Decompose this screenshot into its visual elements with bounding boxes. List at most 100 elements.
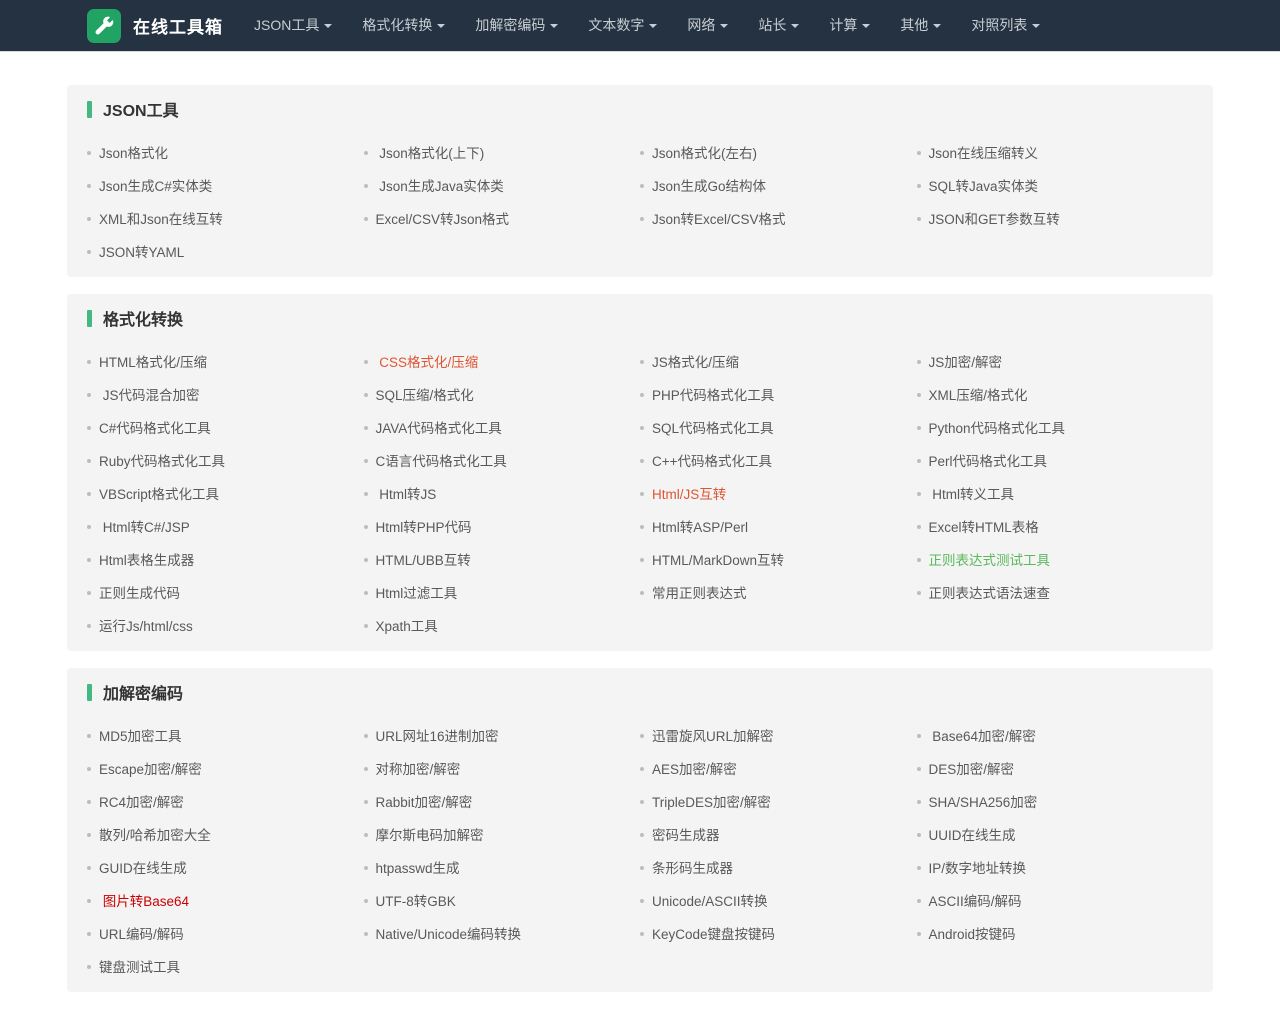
- tool-link[interactable]: Json生成Go结构体: [640, 170, 917, 203]
- tool-link[interactable]: SHA/SHA256加密: [917, 786, 1194, 819]
- tool-link[interactable]: JS加密/解密: [917, 346, 1194, 379]
- chevron-down-icon: [1032, 24, 1040, 28]
- tool-link[interactable]: VBScript格式化工具: [87, 478, 364, 511]
- tool-link[interactable]: Json生成Java实体类: [364, 170, 641, 203]
- tool-link[interactable]: htpasswd生成: [364, 852, 641, 885]
- tool-link[interactable]: Native/Unicode编码转换: [364, 918, 641, 951]
- tool-link[interactable]: Html表格生成器: [87, 544, 364, 577]
- tool-link[interactable]: TripleDES加密/解密: [640, 786, 917, 819]
- tool-link[interactable]: SQL转Java实体类: [917, 170, 1194, 203]
- tool-link[interactable]: 对称加密/解密: [364, 753, 641, 786]
- tool-link[interactable]: Html转C#/JSP: [87, 511, 364, 544]
- tool-link[interactable]: JS代码混合加密: [87, 379, 364, 412]
- tool-link[interactable]: HTML/UBB互转: [364, 544, 641, 577]
- tool-list: HTML格式化/压缩 CSS格式化/压缩JS格式化/压缩JS加密/解密 JS代码…: [87, 346, 1193, 643]
- tool-link[interactable]: C语言代码格式化工具: [364, 445, 641, 478]
- tool-link[interactable]: Excel转HTML表格: [917, 511, 1194, 544]
- tool-link[interactable]: 密码生成器: [640, 819, 917, 852]
- nav-menu-item[interactable]: 文本数字: [573, 0, 672, 51]
- tool-link[interactable]: Html转PHP代码: [364, 511, 641, 544]
- tool-link[interactable]: IP/数字地址转换: [917, 852, 1194, 885]
- tool-link[interactable]: URL网址16进制加密: [364, 720, 641, 753]
- tool-list: Json格式化 Json格式化(上下)Json格式化(左右)Json在线压缩转义…: [87, 137, 1193, 269]
- section-title: 格式化转换: [103, 306, 183, 330]
- bullet-icon: [640, 393, 644, 397]
- tool-link[interactable]: RC4加密/解密: [87, 786, 364, 819]
- nav-menu-item[interactable]: 计算: [814, 0, 885, 51]
- tool-link[interactable]: Base64加密/解密: [917, 720, 1194, 753]
- tool-link[interactable]: 散列/哈希加密大全: [87, 819, 364, 852]
- tool-link[interactable]: 正则生成代码: [87, 577, 364, 610]
- tool-link[interactable]: Android按键码: [917, 918, 1194, 951]
- tool-link[interactable]: KeyCode键盘按键码: [640, 918, 917, 951]
- bullet-icon: [917, 459, 921, 463]
- tool-link[interactable]: 图片转Base64: [87, 885, 364, 918]
- tool-link[interactable]: Html过滤工具: [364, 577, 641, 610]
- tool-link[interactable]: Json格式化(上下): [364, 137, 641, 170]
- tool-link[interactable]: PHP代码格式化工具: [640, 379, 917, 412]
- tool-link[interactable]: HTML/MarkDown互转: [640, 544, 917, 577]
- tool-link[interactable]: 迅雷旋风URL加解密: [640, 720, 917, 753]
- bullet-icon: [364, 525, 368, 529]
- tool-link[interactable]: JS格式化/压缩: [640, 346, 917, 379]
- tool-link[interactable]: Html转JS: [364, 478, 641, 511]
- tool-link[interactable]: Ruby代码格式化工具: [87, 445, 364, 478]
- tool-link[interactable]: GUID在线生成: [87, 852, 364, 885]
- tool-link[interactable]: C++代码格式化工具: [640, 445, 917, 478]
- tool-link[interactable]: Perl代码格式化工具: [917, 445, 1194, 478]
- tool-link[interactable]: Python代码格式化工具: [917, 412, 1194, 445]
- nav-menu-item[interactable]: 网络: [672, 0, 743, 51]
- tool-link[interactable]: 常用正则表达式: [640, 577, 917, 610]
- nav-menu-item[interactable]: JSON工具: [239, 0, 347, 51]
- bullet-icon: [640, 734, 644, 738]
- tool-link[interactable]: Xpath工具: [364, 610, 641, 643]
- chevron-down-icon: [649, 24, 657, 28]
- nav-menu-item[interactable]: 格式化转换: [347, 0, 460, 51]
- tool-link[interactable]: Excel/CSV转Json格式: [364, 203, 641, 236]
- tool-link[interactable]: Json转Excel/CSV格式: [640, 203, 917, 236]
- tool-link[interactable]: 正则表达式语法速查: [917, 577, 1194, 610]
- tool-link[interactable]: 运行Js/html/css: [87, 610, 364, 643]
- main-content: JSON工具 Json格式化 Json格式化(上下)Json格式化(左右)Jso…: [67, 85, 1213, 992]
- tool-link[interactable]: 正则表达式测试工具: [917, 544, 1194, 577]
- tool-link[interactable]: Escape加密/解密: [87, 753, 364, 786]
- tool-link[interactable]: CSS格式化/压缩: [364, 346, 641, 379]
- tool-link[interactable]: Json格式化: [87, 137, 364, 170]
- tool-link[interactable]: 摩尔斯电码加解密: [364, 819, 641, 852]
- brand-home-link[interactable]: 在线工具箱: [87, 9, 223, 43]
- nav-menu-item[interactable]: 加解密编码: [460, 0, 573, 51]
- chevron-down-icon: [862, 24, 870, 28]
- tool-link[interactable]: DES加密/解密: [917, 753, 1194, 786]
- tool-link[interactable]: SQL压缩/格式化: [364, 379, 641, 412]
- tool-link[interactable]: HTML格式化/压缩: [87, 346, 364, 379]
- tool-link[interactable]: Json格式化(左右): [640, 137, 917, 170]
- tool-link[interactable]: JSON转YAML: [87, 236, 364, 269]
- bullet-icon: [87, 525, 91, 529]
- tool-link[interactable]: Unicode/ASCII转换: [640, 885, 917, 918]
- bullet-icon: [640, 833, 644, 837]
- tool-link[interactable]: UTF-8转GBK: [364, 885, 641, 918]
- tool-link[interactable]: 键盘测试工具: [87, 951, 364, 984]
- nav-menu-item[interactable]: 其他: [885, 0, 956, 51]
- tool-link[interactable]: Json在线压缩转义: [917, 137, 1194, 170]
- tool-link[interactable]: SQL代码格式化工具: [640, 412, 917, 445]
- tool-link[interactable]: Json生成C#实体类: [87, 170, 364, 203]
- tool-link[interactable]: 条形码生成器: [640, 852, 917, 885]
- tool-link[interactable]: Html转ASP/Perl: [640, 511, 917, 544]
- tool-link[interactable]: JSON和GET参数互转: [917, 203, 1194, 236]
- tool-link[interactable]: Html转义工具: [917, 478, 1194, 511]
- tool-link[interactable]: Rabbit加密/解密: [364, 786, 641, 819]
- bullet-icon: [87, 734, 91, 738]
- tool-link[interactable]: XML和Json在线互转: [87, 203, 364, 236]
- tool-link[interactable]: XML压缩/格式化: [917, 379, 1194, 412]
- tool-link[interactable]: AES加密/解密: [640, 753, 917, 786]
- tool-link[interactable]: UUID在线生成: [917, 819, 1194, 852]
- nav-menu-item[interactable]: 站长: [743, 0, 814, 51]
- tool-link[interactable]: URL编码/解码: [87, 918, 364, 951]
- tool-link[interactable]: ASCII编码/解码: [917, 885, 1194, 918]
- tool-link[interactable]: Html/JS互转: [640, 478, 917, 511]
- tool-link[interactable]: JAVA代码格式化工具: [364, 412, 641, 445]
- tool-link[interactable]: MD5加密工具: [87, 720, 364, 753]
- tool-link[interactable]: C#代码格式化工具: [87, 412, 364, 445]
- nav-menu-item[interactable]: 对照列表: [956, 0, 1055, 51]
